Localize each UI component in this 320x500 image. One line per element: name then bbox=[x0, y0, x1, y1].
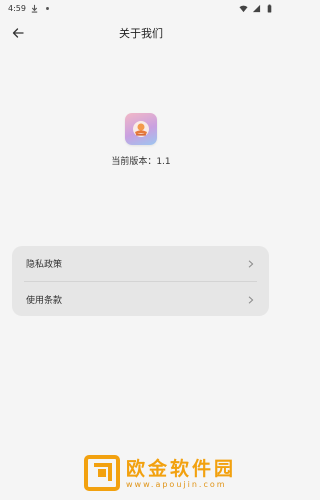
status-time: 4:59 bbox=[8, 3, 26, 13]
watermark-name: 欧金软件园 bbox=[126, 457, 237, 480]
privacy-policy-item[interactable]: 隐私政策 bbox=[12, 246, 269, 281]
version-text: 当前版本：1.1 bbox=[111, 157, 171, 167]
download-icon bbox=[30, 4, 39, 13]
wifi-icon bbox=[239, 4, 248, 13]
app-logo-icon bbox=[125, 113, 157, 145]
app-bar: 关于我们 bbox=[0, 18, 282, 48]
notification-dot-icon bbox=[43, 4, 52, 13]
watermark-url: www.apoujin.com bbox=[126, 479, 227, 489]
chevron-right-icon bbox=[247, 259, 255, 268]
menu-card: 隐私政策 使用条款 bbox=[12, 246, 269, 316]
back-button[interactable] bbox=[6, 21, 30, 45]
battery-icon bbox=[265, 4, 274, 13]
status-bar: 4:59 bbox=[0, 0, 282, 16]
watermark-logo-icon bbox=[84, 455, 120, 491]
watermark: 欧金软件园 www.apoujin.com bbox=[84, 452, 274, 494]
page-title: 关于我们 bbox=[119, 27, 163, 40]
chevron-right-icon bbox=[247, 295, 255, 304]
arrow-left-icon bbox=[12, 27, 24, 39]
terms-of-use-label: 使用条款 bbox=[26, 296, 63, 306]
signal-icon bbox=[252, 4, 261, 13]
terms-of-use-item[interactable]: 使用条款 bbox=[12, 282, 269, 316]
privacy-policy-label: 隐私政策 bbox=[26, 260, 63, 270]
